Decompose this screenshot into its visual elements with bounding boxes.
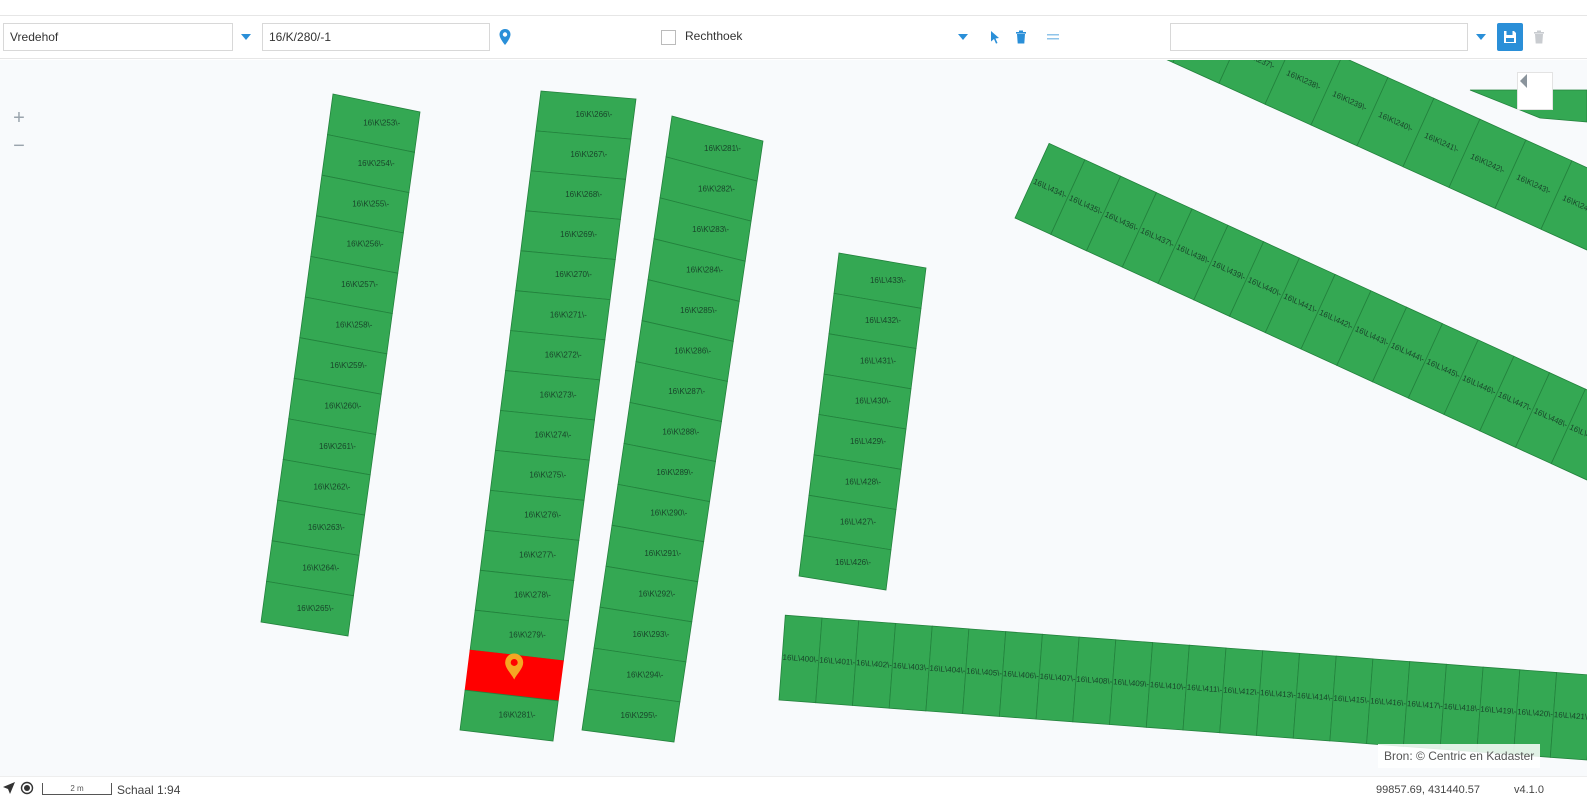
map-canvas[interactable]: 16\K\253\- 16\K\254\- 16\K\255\- 16\K\256\-… xyxy=(0,60,1587,776)
chevron-down-icon xyxy=(241,34,251,40)
parcel-label: 16\K\295\- xyxy=(621,711,658,720)
parcel-label: 16\K\292\- xyxy=(638,589,675,598)
parcel-label: 16\L\432\- xyxy=(865,316,901,325)
equals-button[interactable] xyxy=(1040,23,1066,51)
parcel-layer[interactable]: 16\K\253\- 16\K\254\- 16\K\255\- 16\K\256\-… xyxy=(0,60,1587,776)
parcel-label: 16\K\253\- xyxy=(363,118,400,127)
scale-unit: 2 m xyxy=(70,784,84,793)
parcel-label: 16\K\261\- xyxy=(319,442,356,451)
parcel-label: 16\K\291\- xyxy=(644,549,681,558)
parcel-value: 16/K/280/-1 xyxy=(269,30,332,44)
parcel-label: 16\K\273\- xyxy=(540,390,577,399)
parcel-label: 16\K\290\- xyxy=(650,508,687,517)
parcel-label: 16\K\277\- xyxy=(519,551,556,560)
parcel-label: 16\K\269\- xyxy=(560,230,597,239)
parcel-label: 16\L\431\- xyxy=(860,356,896,365)
parcel-label: 16\L\430\- xyxy=(855,397,891,406)
status-bar: 2 m Schaal 1:94 99857.69, 431440.57 v4.1… xyxy=(0,776,1587,810)
parcel-label: 16\K\267\- xyxy=(570,150,607,159)
save-icon xyxy=(1504,31,1516,43)
parcel-label: 16\K\258\- xyxy=(336,321,373,330)
parcel-label: 16\L\428\- xyxy=(845,477,881,486)
parcel-label: 16\K\254\- xyxy=(358,159,395,168)
cursor-icon xyxy=(991,31,999,44)
parcel-label: 16\K\271\- xyxy=(550,310,587,319)
parcel-label: 16\L\429\- xyxy=(850,437,886,446)
parcel-label: 16\K\289\- xyxy=(656,468,693,477)
parcel-label: 16\L\426\- xyxy=(835,558,871,567)
parcel-label: 16\K\264\- xyxy=(302,563,339,572)
parcel-label: 16\K\275\- xyxy=(529,470,566,479)
zoom-in-button[interactable]: + xyxy=(8,107,30,129)
map-pin-icon xyxy=(499,29,511,45)
trash-icon xyxy=(1016,30,1026,44)
parcel-label: 16\K\293\- xyxy=(632,630,669,639)
shape-dropdown-button[interactable] xyxy=(950,23,976,51)
parcel-label: 16\K\281\- xyxy=(704,144,741,153)
equals-icon xyxy=(1047,34,1059,40)
location-input[interactable]: Vredehof xyxy=(3,23,233,51)
parcel-label: 16\K\272\- xyxy=(545,350,582,359)
trash-icon xyxy=(1534,30,1544,44)
scale-text: Schaal 1:94 xyxy=(117,783,181,797)
parcel-label: 16\K\260\- xyxy=(325,402,362,411)
parcel-label: 16\L\433\- xyxy=(870,276,906,285)
parcel-label: 16\K\281\- xyxy=(499,711,536,720)
parcel-label: 16\K\268\- xyxy=(565,190,602,199)
parcel-label: 16\K\256\- xyxy=(347,240,384,249)
shape-select[interactable]: Rechthoek xyxy=(651,23,948,51)
location-dropdown-button[interactable] xyxy=(233,23,259,51)
parcel-input[interactable]: 16/K/280/-1 xyxy=(262,23,490,51)
parcel-label: 16\K\274\- xyxy=(534,430,571,439)
parcel-label: 16\K\285\- xyxy=(680,306,717,315)
save-button[interactable] xyxy=(1497,23,1523,51)
collapse-panel-button[interactable] xyxy=(1517,72,1553,110)
parcel-label: 16\K\282\- xyxy=(698,184,735,193)
layer-select[interactable] xyxy=(1170,23,1468,51)
parcel-label: 16\K\262\- xyxy=(313,483,350,492)
parcel-label: 16\K\266\- xyxy=(575,110,612,119)
parcel-label: 16\K\257\- xyxy=(341,280,378,289)
gps-target-icon xyxy=(20,781,34,795)
delete-disabled-button[interactable] xyxy=(1526,23,1552,51)
parcel-label: 16\K\284\- xyxy=(686,265,723,274)
location-value: Vredehof xyxy=(10,30,59,44)
parcel-label: 16\K\270\- xyxy=(555,270,592,279)
coordinates-readout: 99857.69, 431440.57 xyxy=(1376,784,1480,796)
chevron-down-icon xyxy=(958,34,968,40)
parcel-label: 16\K\288\- xyxy=(662,427,699,436)
parcel-label: 16\K\287\- xyxy=(668,387,705,396)
delete-button[interactable] xyxy=(1008,23,1034,51)
parcel-label: 16\K\286\- xyxy=(674,346,711,355)
chevron-left-icon xyxy=(1520,74,1527,88)
parcel-label: 16\K\276\- xyxy=(524,510,561,519)
parcel-label: 16\K\279\- xyxy=(509,631,546,640)
parcel-label: 16\K\255\- xyxy=(352,199,389,208)
locate-parcel-button[interactable] xyxy=(492,23,518,51)
parcel-label: 16\K\278\- xyxy=(514,591,551,600)
navigate-button[interactable] xyxy=(2,781,16,800)
map-attribution: Bron: © Centric en Kadaster xyxy=(1378,744,1541,768)
parcel-label: 16\K\283\- xyxy=(692,225,729,234)
version-label: v4.1.0 xyxy=(1514,784,1544,796)
parcel-label: 16\K\265\- xyxy=(297,604,334,613)
navigation-arrow-icon xyxy=(3,782,15,794)
scale-bar: 2 m xyxy=(42,783,112,795)
parcel-label: 16\K\294\- xyxy=(627,670,664,679)
shape-label: Rechthoek xyxy=(685,29,743,43)
layer-dropdown-button[interactable] xyxy=(1468,23,1494,51)
parcel-label: 16\K\259\- xyxy=(330,361,367,370)
gps-button[interactable] xyxy=(20,781,34,800)
select-tool-button[interactable] xyxy=(982,23,1008,51)
parcel-label: 16\L\427\- xyxy=(840,518,876,527)
zoom-out-button[interactable]: − xyxy=(8,135,30,157)
parcel-label: 16\K\263\- xyxy=(308,523,345,532)
chevron-down-icon xyxy=(1476,34,1486,40)
shape-checkbox[interactable] xyxy=(661,30,676,45)
toolbar: Vredehof 16/K/280/-1 Rechthoek xyxy=(0,15,1587,59)
